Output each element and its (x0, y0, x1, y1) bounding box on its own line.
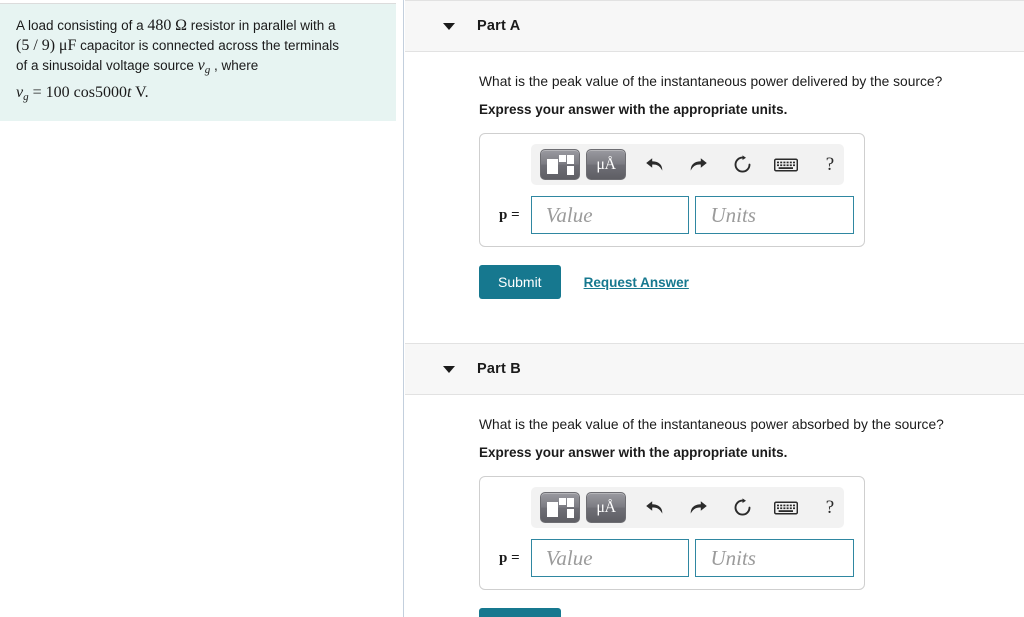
problem-text-2b: capacitor is connected across the termin… (76, 38, 339, 53)
part-b-units-placeholder: Units (710, 545, 756, 570)
part-a-title: Part A (477, 18, 521, 34)
reset-glyph (734, 498, 750, 516)
part-b-question: What is the peak value of the instantane… (479, 417, 944, 432)
redo-icon[interactable] (676, 493, 720, 523)
part-a-instruction: Express your answer with the appropriate… (479, 102, 788, 117)
units-button-label: μÅ (596, 155, 616, 173)
part-a-action-row: Submit Request Answer (479, 265, 1024, 299)
problem-capacitance-fraction: (5 / 9) (16, 37, 56, 54)
equation-volt-unit: V. (131, 84, 149, 101)
part-b-action-row: Submit Request Answer (479, 608, 1024, 617)
part-a-header[interactable]: Part A (405, 0, 1024, 52)
units-micro-angstrom-button[interactable]: μÅ (586, 492, 626, 523)
help-icon[interactable]: ? (808, 493, 852, 523)
reset-icon[interactable] (720, 150, 764, 180)
undo-icon[interactable] (632, 493, 676, 523)
problem-resistance-value: 480 (147, 17, 172, 34)
undo-glyph (645, 158, 662, 171)
part-a-field-label: p = (499, 206, 520, 223)
part-a-request-answer-link[interactable]: Request Answer (584, 275, 689, 290)
microfarad-unit: μF (58, 37, 77, 54)
problem-text-1b: resistor in parallel with a (187, 18, 336, 33)
part-b-field-label: p = (499, 549, 520, 566)
template-grid-icon[interactable] (540, 149, 580, 180)
part-a-toolbar: μÅ ? (531, 144, 844, 185)
keyboard-icon[interactable] (764, 150, 808, 180)
template-grid-glyph (547, 497, 574, 518)
part-a-submit-button[interactable]: Submit (479, 265, 561, 299)
part-a-answer-box: μÅ ? p = Value Units (479, 133, 865, 247)
keyboard-glyph (774, 500, 798, 515)
equation-body: = 100 cos5000 (28, 84, 127, 101)
part-b-header[interactable]: Part B (405, 343, 1024, 395)
problem-text-1a: A load consisting of a (16, 18, 148, 33)
part-b-toolbar: μÅ ? (531, 487, 844, 528)
problem-text-3a: of a sinusoidal voltage source (16, 58, 198, 73)
units-micro-angstrom-button[interactable]: μÅ (586, 149, 626, 180)
part-b-value-input[interactable]: Value (530, 539, 690, 577)
problem-pane: A load consisting of a 480 Ω resistor in… (0, 0, 404, 617)
answer-pane: Part A What is the peak value of the ins… (405, 0, 1024, 617)
part-a-question: What is the peak value of the instantane… (479, 74, 943, 89)
part-b-submit-button[interactable]: Submit (479, 608, 561, 617)
part-b-value-placeholder: Value (545, 545, 593, 570)
part-a-units-input[interactable]: Units (695, 196, 854, 234)
part-b-answer-box: μÅ ? p = Value Units (479, 476, 865, 590)
problem-statement-box: A load consisting of a 480 Ω resistor in… (0, 3, 396, 121)
chevron-down-icon[interactable] (443, 365, 455, 373)
reset-icon[interactable] (720, 493, 764, 523)
part-a-value-placeholder: Value (545, 202, 593, 227)
reset-glyph (734, 155, 750, 173)
part-b-title: Part B (477, 361, 521, 377)
part-b-instruction: Express your answer with the appropriate… (479, 445, 788, 460)
template-grid-icon[interactable] (540, 492, 580, 523)
undo-glyph (645, 501, 662, 514)
part-section-a: Part A What is the peak value of the ins… (405, 0, 1024, 343)
redo-glyph (690, 158, 707, 171)
part-a-units-placeholder: Units (710, 202, 756, 227)
redo-icon[interactable] (676, 150, 720, 180)
problem-text-3b: , where (210, 58, 259, 73)
part-b-body: What is the peak value of the instantane… (405, 417, 1024, 617)
ohm-symbol: Ω (175, 17, 187, 34)
part-a-field-row: p = Value Units (490, 196, 854, 234)
undo-icon[interactable] (632, 150, 676, 180)
part-b-field-row: p = Value Units (490, 539, 854, 577)
keyboard-icon[interactable] (764, 493, 808, 523)
source-voltage-symbol: v (197, 57, 205, 74)
redo-glyph (690, 501, 707, 514)
problem-line-3: of a sinusoidal voltage source vg , wher… (16, 56, 380, 80)
template-grid-glyph (547, 154, 574, 175)
part-a-value-input[interactable]: Value (530, 196, 690, 234)
problem-line-4: vg = 100 cos5000t V. (16, 83, 380, 107)
keyboard-glyph (774, 157, 798, 172)
chevron-down-icon[interactable] (443, 22, 455, 30)
units-button-label: μÅ (596, 498, 616, 516)
help-label: ? (825, 496, 835, 518)
problem-line-2: (5 / 9) μF capacitor is connected across… (16, 36, 380, 56)
part-section-b: Part B What is the peak value of the ins… (405, 343, 1024, 617)
part-a-body: What is the peak value of the instantane… (405, 74, 1024, 343)
help-label: ? (825, 153, 835, 175)
problem-line-1: A load consisting of a 480 Ω resistor in… (16, 16, 380, 36)
part-b-units-input[interactable]: Units (695, 539, 854, 577)
page-root: A load consisting of a 480 Ω resistor in… (0, 0, 1024, 617)
help-icon[interactable]: ? (808, 150, 852, 180)
